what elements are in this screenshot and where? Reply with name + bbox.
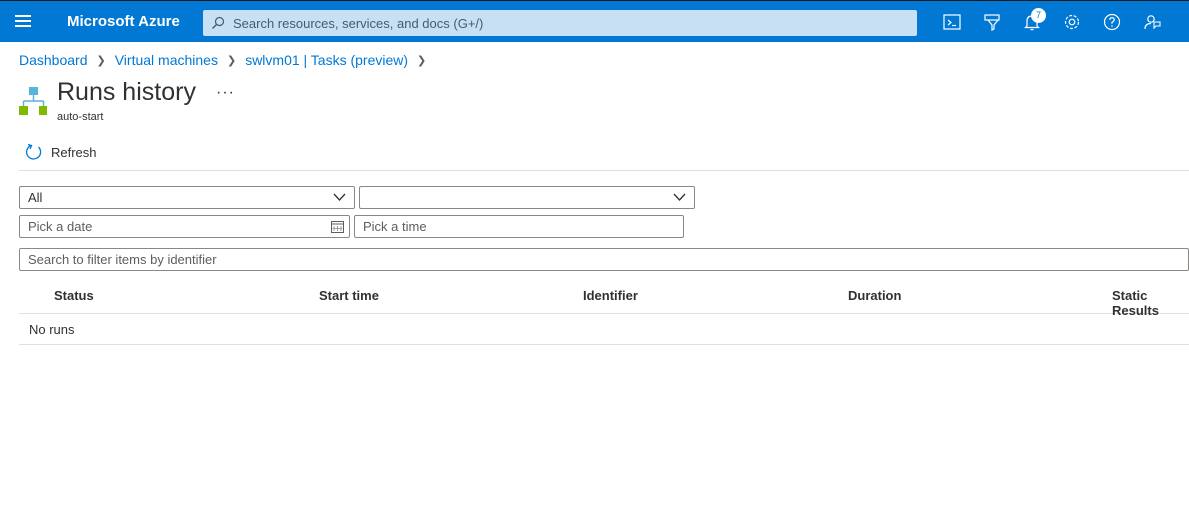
refresh-icon xyxy=(25,143,42,160)
date-picker[interactable] xyxy=(19,215,350,238)
status-dropdown-value: All xyxy=(28,190,43,205)
column-identifier[interactable]: Identifier xyxy=(583,288,638,303)
identifier-filter-input[interactable] xyxy=(20,249,1138,270)
settings-icon[interactable] xyxy=(1062,12,1082,32)
empty-table-text: No runs xyxy=(29,322,75,337)
notification-badge: 7 xyxy=(1031,8,1046,23)
cloud-shell-icon[interactable] xyxy=(942,12,962,32)
global-search[interactable] xyxy=(203,10,917,36)
breadcrumb: Dashboard ❯ Virtual machines ❯ swlvm01 |… xyxy=(19,52,435,68)
date-input[interactable] xyxy=(20,216,325,237)
status-dropdown[interactable]: All xyxy=(19,186,355,209)
chevron-down-icon xyxy=(673,193,686,201)
more-options-button[interactable]: ··· xyxy=(216,84,235,102)
chevron-right-icon: ❯ xyxy=(226,54,237,67)
table-header: Status Start time Identifier Duration St… xyxy=(19,285,1189,318)
chevron-right-icon: ❯ xyxy=(417,54,427,67)
feedback-icon[interactable] xyxy=(1142,12,1162,32)
logic-app-icon xyxy=(19,87,47,115)
command-bar-divider xyxy=(19,170,1189,171)
identifier-filter[interactable] xyxy=(19,248,1189,271)
brand-title[interactable]: Microsoft Azure xyxy=(67,13,180,30)
column-duration[interactable]: Duration xyxy=(848,288,901,303)
chevron-right-icon: ❯ xyxy=(96,54,106,67)
top-bar: Microsoft Azure 7 xyxy=(0,0,1189,42)
page-subtitle: auto-start xyxy=(57,111,104,123)
refresh-button[interactable]: Refresh xyxy=(25,143,97,161)
search-icon xyxy=(212,16,225,29)
time-picker[interactable] xyxy=(354,215,684,238)
column-status[interactable]: Status xyxy=(54,288,94,303)
breadcrumb-virtual-machines[interactable]: Virtual machines xyxy=(115,52,218,68)
menu-icon[interactable] xyxy=(15,15,31,27)
help-icon[interactable] xyxy=(1102,12,1122,32)
calendar-icon[interactable] xyxy=(331,221,344,233)
breadcrumb-vm-tasks[interactable]: swlvm01 | Tasks (preview) xyxy=(245,52,408,68)
chevron-down-icon xyxy=(333,193,346,201)
page-title: Runs history xyxy=(57,78,196,106)
refresh-label: Refresh xyxy=(51,144,97,160)
column-start-time[interactable]: Start time xyxy=(319,288,379,303)
breadcrumb-dashboard[interactable]: Dashboard xyxy=(19,52,88,68)
secondary-dropdown[interactable] xyxy=(359,186,695,209)
search-input[interactable] xyxy=(231,14,915,32)
time-input[interactable] xyxy=(355,216,659,237)
empty-table-row: No runs xyxy=(19,313,1189,345)
directory-filter-icon[interactable] xyxy=(982,12,1002,32)
